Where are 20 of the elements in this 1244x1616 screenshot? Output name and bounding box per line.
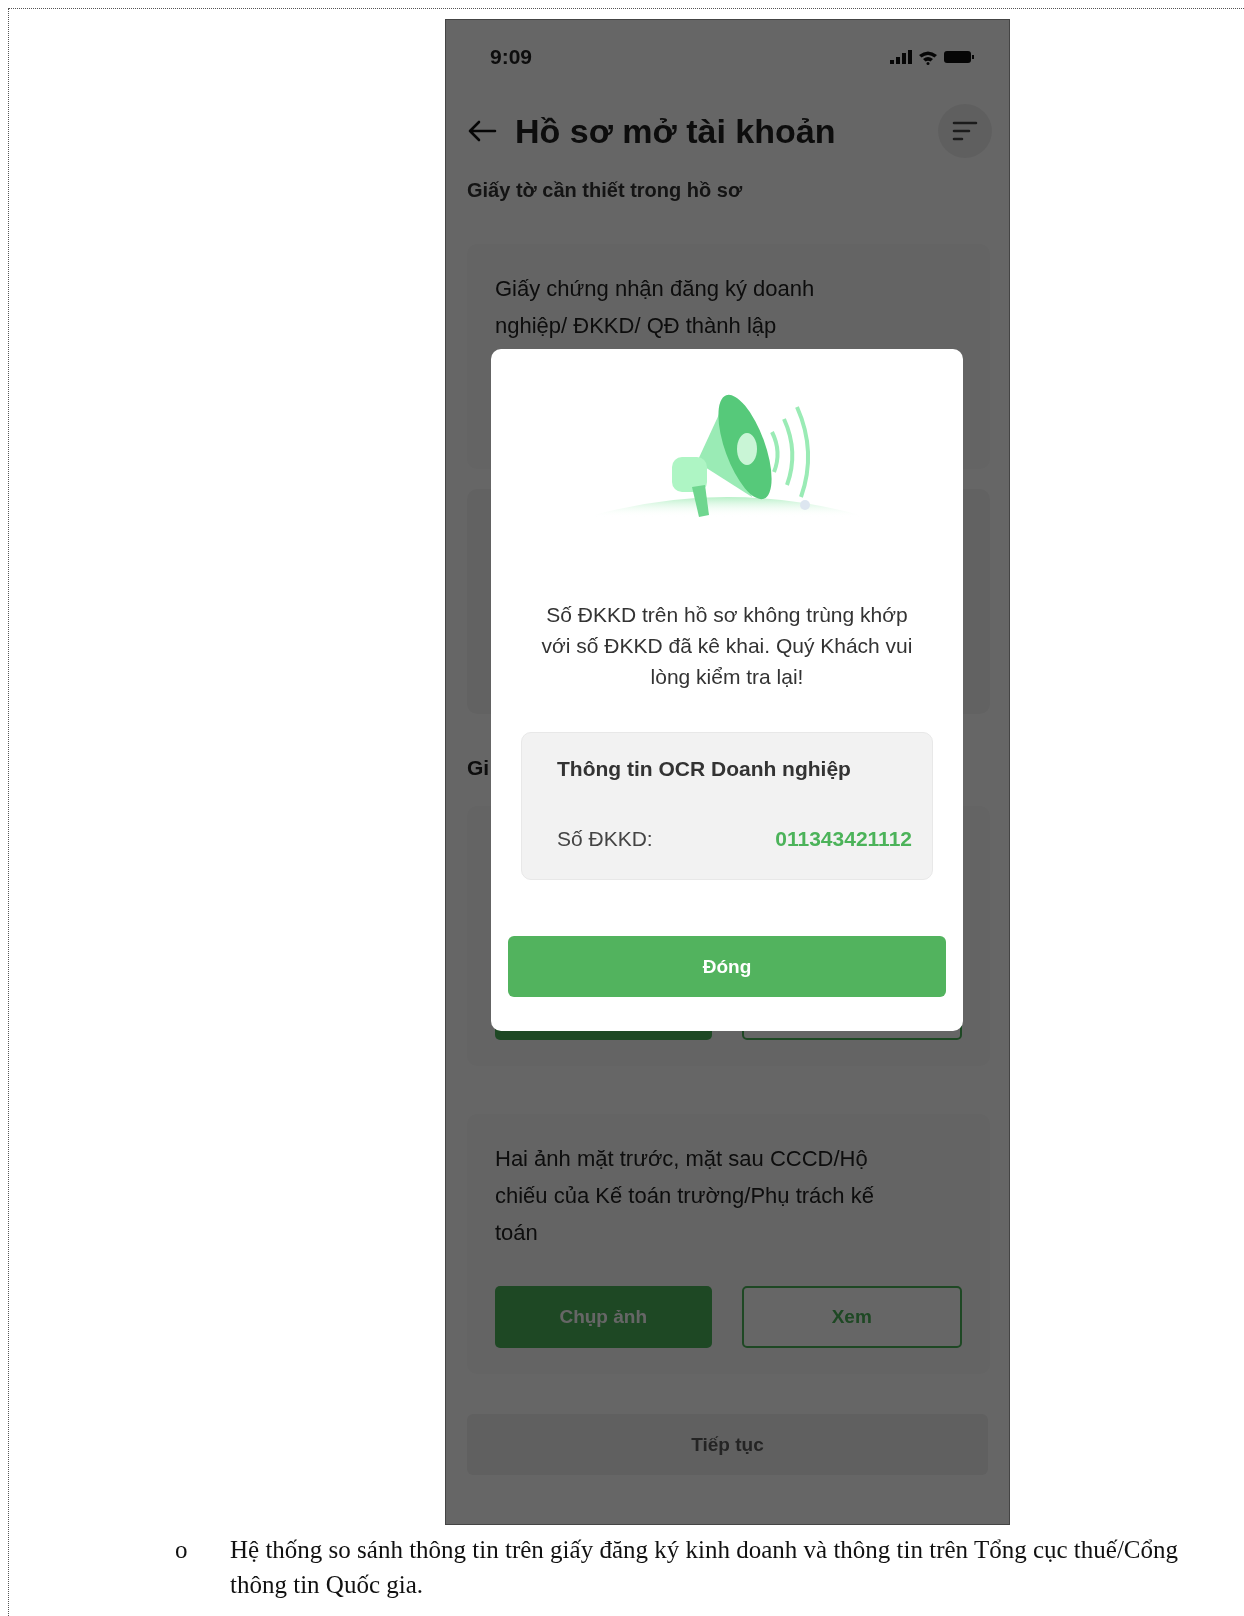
signal-icon (890, 50, 912, 64)
close-button[interactable]: Đóng (508, 936, 946, 997)
section-title: Giấy tờ cần thiết trong hồ sơ (466, 178, 744, 202)
wifi-icon (918, 49, 938, 65)
bullet-marker: o (175, 1535, 189, 1565)
status-time: 9:09 (490, 45, 533, 69)
back-arrow-icon[interactable] (467, 119, 497, 143)
field-value: 011343421112 (775, 827, 912, 851)
document-label: Giấy chứng nhận đăng ký doanh nghiệp/ ĐKKD/ QĐ thành lập (495, 275, 816, 340)
info-title: Thông tin OCR Doanh nghiệp (557, 757, 852, 781)
view-button[interactable]: Xem (741, 1286, 962, 1348)
alert-message: Số ĐKKD trên hồ sơ không trùng khớp với số ĐKKD đã kê khai. Quý Khách vui lòng kiểm tra lại! (540, 602, 914, 690)
bullet-text: Hệ thống so sánh thông tin trên giấy đăng ký kinh doanh và thông tin trên Tổng cục thuế/Cổng thông tin Quốc gia. (230, 1535, 1179, 1600)
capture-button[interactable]: Chụp ảnh (495, 1286, 712, 1348)
field-label: Số ĐKKD: (557, 827, 653, 851)
document-label: Hai ảnh mặt trước, mặt sau CCCD/Hộ chiếu của Kế toán trường/Phụ trách kế toán (495, 1145, 875, 1247)
battery-icon (944, 50, 974, 64)
section-title: Gi (467, 756, 490, 780)
filter-icon (952, 120, 978, 142)
screen-title: Hồ sơ mở tài khoản (515, 111, 837, 151)
